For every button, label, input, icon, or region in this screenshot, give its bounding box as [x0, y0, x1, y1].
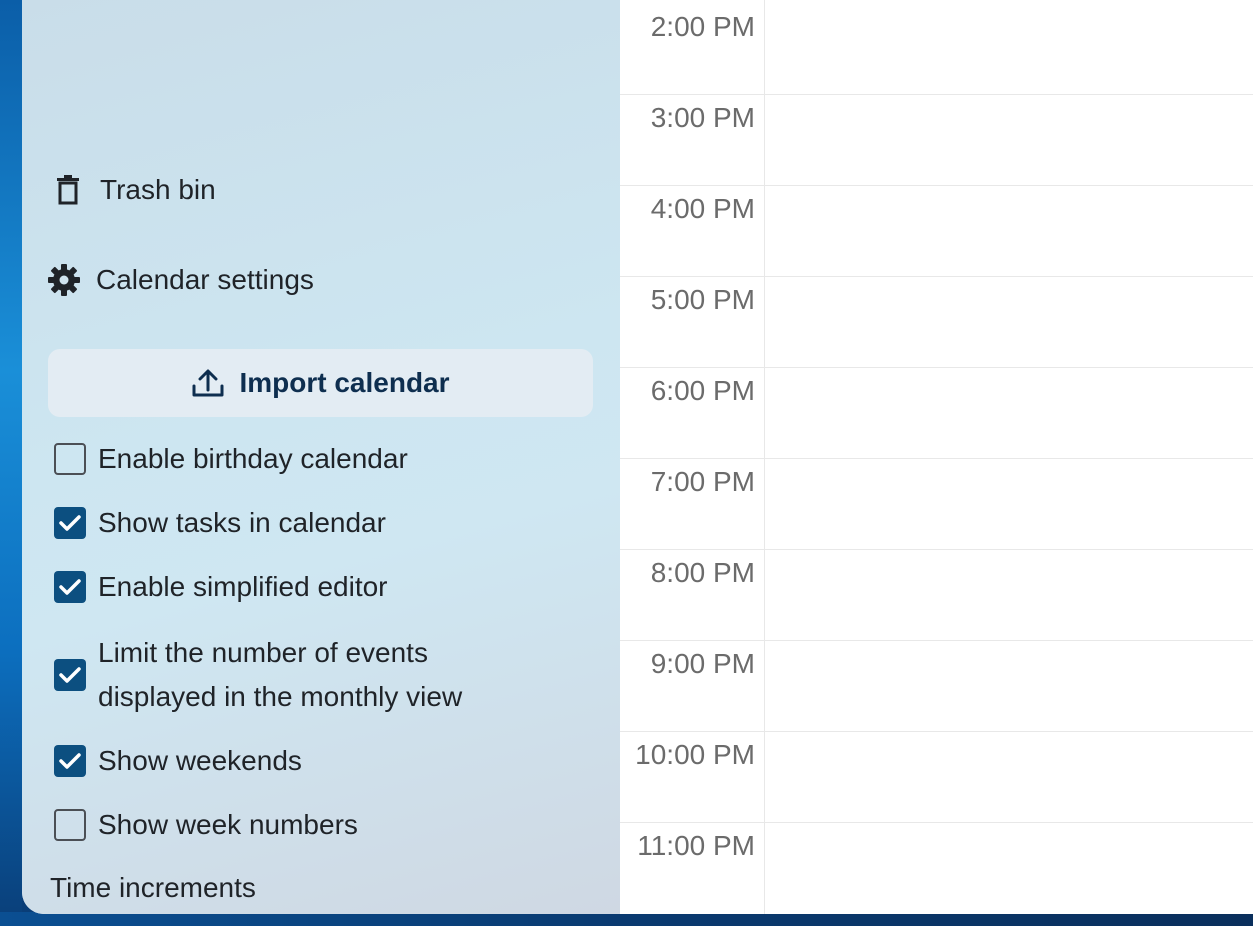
- calendar-settings-link[interactable]: Calendar settings: [46, 262, 314, 298]
- check-icon: [59, 753, 81, 769]
- day-grid: 2:00 PM 3:00 PM 4:00 PM 5:00 PM 6:00 PM …: [620, 0, 1253, 914]
- hour-line: [620, 276, 1253, 277]
- check-icon: [59, 667, 81, 683]
- hour-line: [620, 549, 1253, 550]
- option-label-wrap: Limit the number of events displayed in …: [98, 631, 462, 719]
- hour-line: [620, 731, 1253, 732]
- hour-line: [620, 640, 1253, 641]
- hour-label: 2:00 PM: [650, 11, 755, 42]
- option-week-numbers[interactable]: Show week numbers: [54, 803, 358, 847]
- hour-line: [620, 822, 1253, 823]
- import-calendar-button[interactable]: Import calendar: [48, 349, 593, 417]
- hour-line: [620, 185, 1253, 186]
- hour-label: 6:00 PM: [650, 375, 755, 406]
- time-increments-label: Time increments: [50, 872, 256, 903]
- hour-label: 5:00 PM: [650, 284, 755, 315]
- checkbox-birthday-calendar[interactable]: [54, 443, 86, 475]
- trash-bin-link[interactable]: Trash bin: [50, 172, 216, 208]
- hour-line: [620, 367, 1253, 368]
- checkbox-simplified-editor[interactable]: [54, 571, 86, 603]
- hour-line: [620, 94, 1253, 95]
- check-icon: [59, 515, 81, 531]
- trash-bin-label: Trash bin: [100, 174, 216, 205]
- gear-icon: [46, 262, 82, 298]
- sidebar: Trash bin Calendar settings Import calen…: [22, 0, 620, 914]
- option-label-line2: displayed in the monthly view: [98, 681, 463, 712]
- option-simplified-editor[interactable]: Enable simplified editor: [54, 565, 388, 609]
- hour-label: 7:00 PM: [650, 466, 755, 497]
- option-label-line1: Limit the number of events: [98, 637, 428, 668]
- option-label: Enable birthday calendar: [98, 443, 408, 474]
- option-label: Show tasks in calendar: [98, 507, 386, 538]
- trash-icon: [50, 172, 86, 208]
- calendar-window: Trash bin Calendar settings Import calen…: [22, 0, 1253, 914]
- check-icon: [59, 579, 81, 595]
- option-show-tasks[interactable]: Show tasks in calendar: [54, 501, 386, 545]
- option-label: Show weekends: [98, 745, 302, 776]
- hour-label: 11:00 PM: [637, 830, 755, 861]
- hour-line: [620, 458, 1253, 459]
- option-limit-events[interactable]: Limit the number of events displayed in …: [54, 631, 462, 719]
- hour-label: 10:00 PM: [635, 739, 755, 770]
- desktop-taskbar-edge: [0, 912, 1253, 926]
- option-show-weekends[interactable]: Show weekends: [54, 739, 302, 783]
- checkbox-limit-events[interactable]: [54, 659, 86, 691]
- checkbox-week-numbers[interactable]: [54, 809, 86, 841]
- calendar-settings-label: Calendar settings: [96, 264, 314, 295]
- desktop-background: [0, 0, 22, 926]
- time-column-divider: [764, 0, 765, 914]
- option-label: Show week numbers: [98, 809, 358, 840]
- hour-label: 3:00 PM: [650, 102, 755, 133]
- hour-label: 4:00 PM: [650, 193, 755, 224]
- checkbox-show-weekends[interactable]: [54, 745, 86, 777]
- hour-label: 8:00 PM: [650, 557, 755, 588]
- option-label: Enable simplified editor: [98, 571, 388, 602]
- upload-icon: [191, 368, 225, 398]
- import-calendar-label: Import calendar: [239, 367, 450, 398]
- checkbox-show-tasks[interactable]: [54, 507, 86, 539]
- option-birthday-calendar[interactable]: Enable birthday calendar: [54, 437, 408, 481]
- hour-label: 9:00 PM: [650, 648, 755, 679]
